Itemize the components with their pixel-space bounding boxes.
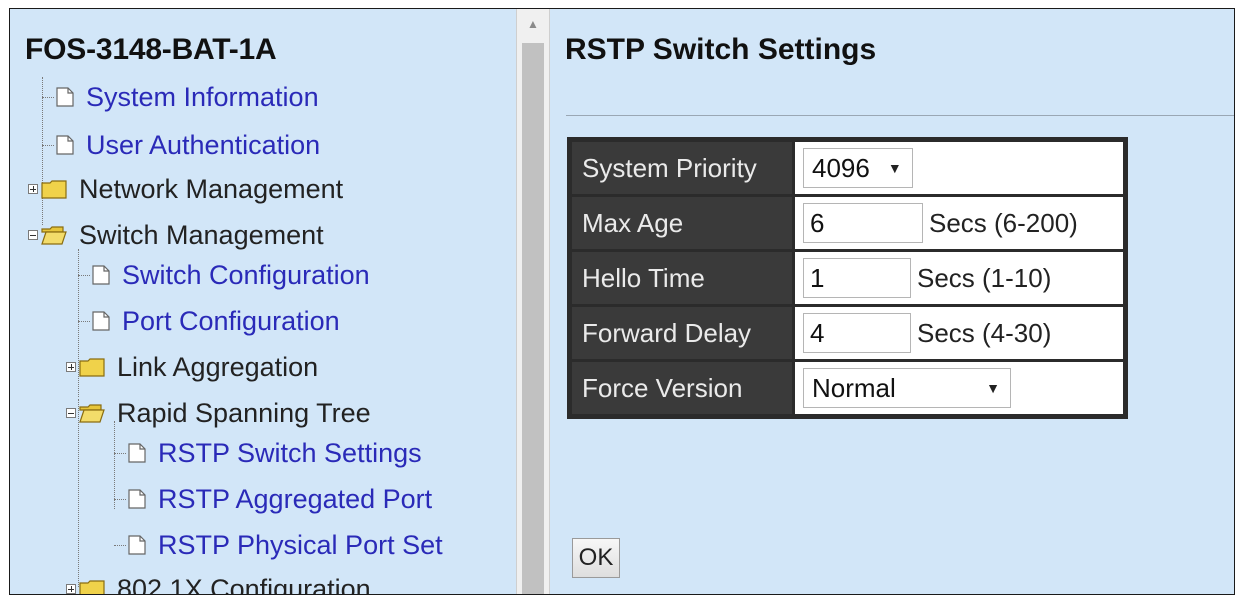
nav-item-system-information[interactable]: System Information	[42, 77, 319, 117]
nav-item-label: Link Aggregation	[117, 352, 319, 382]
table-row: System Priority 4096 ▼	[572, 142, 1123, 194]
document-icon	[128, 443, 146, 463]
nav-item-label: RSTP Physical Port Set	[158, 530, 443, 560]
hello-time-unit: Secs (1-10)	[917, 262, 1052, 293]
forward-delay-label: Forward Delay	[572, 307, 792, 359]
expand-plus-icon[interactable]	[66, 584, 76, 594]
select-value: 4096	[812, 152, 870, 183]
nav-item-label: Rapid Spanning Tree	[117, 398, 371, 428]
nav-item-label: Switch Configuration	[122, 260, 370, 290]
ok-button[interactable]: OK	[572, 538, 620, 578]
rstp-settings-table: System Priority 4096 ▼ Max Age Secs (6-2…	[567, 137, 1128, 419]
main-content: RSTP Switch Settings System Priority 409…	[550, 9, 1234, 594]
forward-delay-unit: Secs (4-30)	[917, 317, 1052, 348]
nav-item-label: Switch Management	[79, 220, 324, 250]
nav-item-switch-management[interactable]: Switch Management	[28, 215, 324, 255]
title-divider	[566, 115, 1234, 116]
nav-item-label: RSTP Switch Settings	[158, 438, 422, 468]
dropdown-arrow-icon: ▼	[887, 160, 902, 176]
nav-item-label: User Authentication	[86, 130, 321, 160]
nav-scrollbar[interactable]: ▲	[516, 9, 550, 594]
nav-item-label: Network Management	[79, 174, 344, 204]
expand-plus-icon[interactable]	[66, 362, 76, 372]
table-row: Hello Time Secs (1-10)	[572, 252, 1123, 304]
max-age-label: Max Age	[572, 197, 792, 249]
select-value: Normal	[812, 372, 896, 403]
nav-item-label: Port Configuration	[122, 306, 340, 336]
document-icon	[56, 135, 74, 155]
nav-item-rstp-physical-port-set[interactable]: RSTP Physical Port Set	[114, 525, 443, 565]
scroll-up-arrow-icon[interactable]: ▲	[517, 9, 549, 39]
system-priority-select[interactable]: 4096 ▼	[803, 148, 913, 188]
max-age-unit: Secs (6-200)	[929, 207, 1078, 238]
app-frame: FOS-3148-BAT-1A System Information User …	[9, 8, 1235, 595]
nav-item-rstp-switch-settings[interactable]: RSTP Switch Settings	[114, 433, 422, 473]
max-age-input[interactable]	[803, 203, 923, 243]
document-icon	[56, 87, 74, 107]
nav-item-link-aggregation[interactable]: Link Aggregation	[66, 347, 318, 387]
nav-item-label: 802.1X Configuration	[117, 574, 371, 594]
nav-item-rapid-spanning-tree[interactable]: Rapid Spanning Tree	[66, 393, 371, 433]
table-row: Max Age Secs (6-200)	[572, 197, 1123, 249]
page-title: RSTP Switch Settings	[565, 33, 877, 66]
table-row: Force Version Normal ▼	[572, 362, 1123, 414]
document-icon	[92, 311, 110, 331]
document-icon	[128, 535, 146, 555]
force-version-label: Force Version	[572, 362, 792, 414]
force-version-select[interactable]: Normal ▼	[803, 368, 1011, 408]
hello-time-input[interactable]	[803, 258, 911, 298]
folder-open-icon	[79, 404, 105, 423]
folder-closed-icon	[79, 358, 105, 377]
collapse-minus-icon[interactable]	[28, 230, 38, 240]
nav-tree-panel: FOS-3148-BAT-1A System Information User …	[10, 9, 516, 594]
document-icon	[92, 265, 110, 285]
nav-item-switch-configuration[interactable]: Switch Configuration	[78, 255, 370, 295]
nav-item-user-authentication[interactable]: User Authentication	[42, 125, 320, 165]
table-row: Forward Delay Secs (4-30)	[572, 307, 1123, 359]
system-priority-label: System Priority	[572, 142, 792, 194]
folder-open-icon	[41, 226, 67, 245]
nav-item-network-management[interactable]: Network Management	[28, 169, 343, 209]
nav-tree: System Information User Authentication N…	[10, 9, 516, 594]
scrollbar-thumb[interactable]	[522, 43, 544, 594]
expand-plus-icon[interactable]	[28, 184, 38, 194]
hello-time-label: Hello Time	[572, 252, 792, 304]
nav-item-port-configuration[interactable]: Port Configuration	[78, 301, 340, 341]
nav-item-label: RSTP Aggregated Port	[158, 484, 433, 514]
folder-closed-icon	[41, 180, 67, 199]
nav-item-8021x-configuration[interactable]: 802.1X Configuration	[66, 569, 371, 594]
nav-item-label: System Information	[86, 82, 319, 112]
forward-delay-input[interactable]	[803, 313, 911, 353]
collapse-minus-icon[interactable]	[66, 408, 76, 418]
nav-item-rstp-aggregated-port[interactable]: RSTP Aggregated Port	[114, 479, 432, 519]
folder-closed-icon	[79, 580, 105, 594]
document-icon	[128, 489, 146, 509]
dropdown-arrow-icon: ▼	[986, 380, 1000, 396]
